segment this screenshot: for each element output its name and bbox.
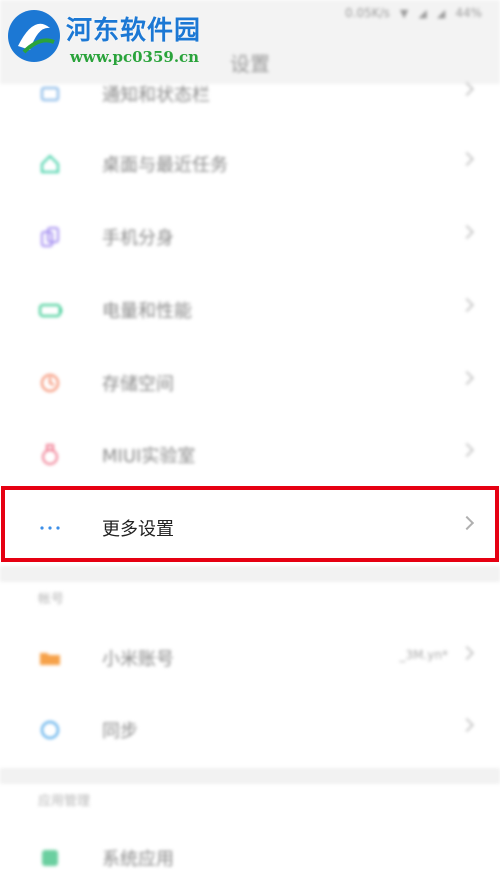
- row-label: 手机分身: [102, 228, 174, 249]
- chevron-right-icon: [459, 151, 475, 167]
- signal-icon: ◢: [418, 6, 427, 20]
- dual-phone-icon: [38, 225, 62, 249]
- section-label-apps: 应用管理: [38, 794, 91, 809]
- home-icon: [38, 152, 62, 176]
- battery-icon: [38, 298, 62, 322]
- row-label: 桌面与最近任务: [102, 155, 228, 176]
- section-divider: [0, 566, 500, 582]
- account-folder-icon: [38, 646, 62, 670]
- wifi-icon: ▼: [399, 6, 409, 20]
- signal-icon-2: ◢: [436, 6, 446, 20]
- row-label: MIUI实验室: [102, 446, 196, 467]
- account-value: _3M.yn*: [399, 648, 448, 662]
- row-label: 电量和性能: [102, 301, 192, 322]
- row-label: 同步: [102, 721, 138, 742]
- watermark-logo-icon: [8, 10, 60, 62]
- chevron-right-icon: [459, 442, 475, 458]
- row-label: 系统应用: [102, 849, 174, 870]
- chevron-right-icon: [459, 370, 475, 386]
- settings-row-mi-account[interactable]: 小米账号 _3M.yn*: [0, 622, 500, 694]
- section-label-account: 帐号: [38, 592, 65, 607]
- settings-row-dual-space[interactable]: 手机分身: [0, 201, 500, 273]
- section-divider: [0, 768, 500, 784]
- settings-row-miui-lab[interactable]: MIUI实验室: [0, 419, 500, 491]
- battery-level: 44%: [455, 6, 482, 20]
- row-label: 通知和状态栏: [102, 85, 210, 106]
- watermark: 河东软件园 www.pc0359.cn: [4, 6, 224, 70]
- watermark-url: www.pc0359.cn: [70, 48, 200, 66]
- storage-icon: [38, 371, 62, 395]
- chevron-right-icon: [459, 717, 475, 733]
- chevron-right-icon: [459, 645, 475, 661]
- system-apps-icon: [38, 846, 62, 870]
- row-label: 存储空间: [102, 374, 174, 395]
- chevron-right-icon: [459, 224, 475, 240]
- settings-row-system-apps[interactable]: 系统应用: [0, 822, 500, 889]
- network-speed: 0.05K/s: [345, 6, 390, 20]
- chevron-right-icon: [459, 297, 475, 313]
- settings-row-sync[interactable]: 同步: [0, 694, 500, 766]
- sync-icon: [38, 718, 62, 742]
- notification-icon: [38, 82, 62, 106]
- watermark-title: 河东软件园: [66, 16, 202, 46]
- lab-flask-icon: [38, 443, 62, 467]
- settings-row-storage[interactable]: 存储空间: [0, 347, 500, 419]
- settings-row-battery[interactable]: 电量和性能: [0, 274, 500, 346]
- highlight-box: [1, 486, 499, 562]
- row-label: 小米账号: [102, 649, 174, 670]
- status-bar: 0.05K/s ▼ ◢ ◢ 44%: [345, 6, 482, 20]
- chevron-right-icon: [459, 81, 475, 97]
- settings-row-home[interactable]: 桌面与最近任务: [0, 128, 500, 200]
